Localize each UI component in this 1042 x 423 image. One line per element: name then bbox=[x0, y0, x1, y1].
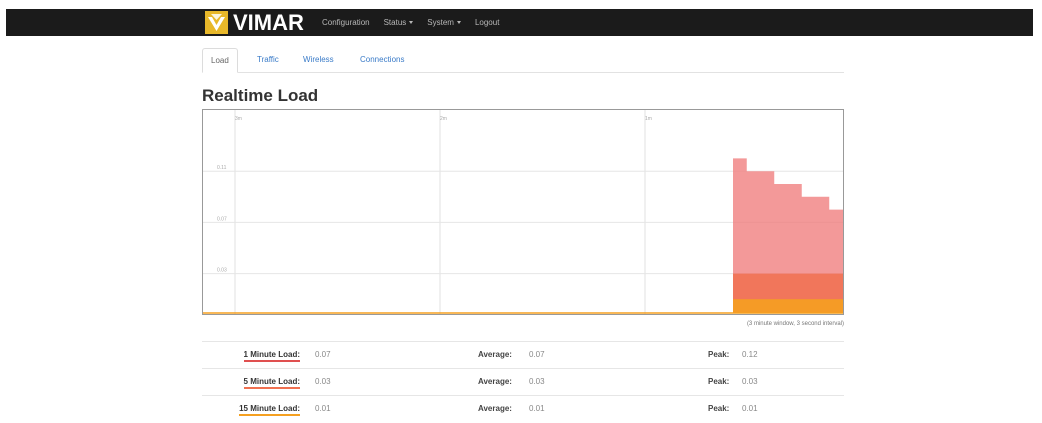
tab-wireless[interactable]: Wireless bbox=[303, 48, 334, 71]
nav-logout[interactable]: Logout bbox=[475, 18, 499, 27]
tab-traffic-label: Traffic bbox=[257, 55, 279, 64]
time-label: 1m bbox=[645, 116, 652, 122]
table-row: 15 Minute Load: 0.01 Average: 0.01 Peak:… bbox=[202, 395, 844, 422]
load-peak: 0.01 bbox=[742, 404, 758, 413]
nav-status-label: Status bbox=[383, 18, 407, 27]
nav-status[interactable]: Status bbox=[384, 18, 414, 27]
peak-label: Peak: bbox=[708, 404, 730, 413]
page-title: Realtime Load bbox=[202, 86, 319, 105]
load-average: 0.03 bbox=[529, 377, 545, 386]
load-average: 0.07 bbox=[529, 350, 545, 359]
load-label-text: 15 Minute Load: bbox=[239, 404, 300, 416]
tab-connections-label: Connections bbox=[360, 55, 405, 64]
main-nav: Configuration Status System Logout bbox=[322, 9, 513, 36]
nav-configuration[interactable]: Configuration bbox=[322, 18, 370, 27]
tab-load[interactable]: Load bbox=[202, 48, 238, 73]
average-label: Average: bbox=[478, 404, 512, 413]
brand[interactable]: VIMAR bbox=[205, 9, 304, 36]
load-label: 15 Minute Load: bbox=[202, 404, 300, 416]
realtime-load-graph: 3m 2m 1m 0.11 0.07 0.03 bbox=[202, 109, 844, 315]
chevron-down-icon bbox=[409, 21, 414, 24]
load-current: 0.07 bbox=[315, 350, 331, 359]
nav-system[interactable]: System bbox=[427, 18, 461, 27]
tab-load-label: Load bbox=[211, 56, 229, 65]
nav-system-label: System bbox=[427, 18, 454, 27]
load-label-text: 5 Minute Load: bbox=[243, 377, 300, 389]
load-current: 0.01 bbox=[315, 404, 331, 413]
load-label-text: 1 Minute Load: bbox=[243, 350, 300, 362]
tab-connections[interactable]: Connections bbox=[360, 48, 404, 71]
vimar-logo-icon bbox=[205, 11, 228, 34]
average-label: Average: bbox=[478, 377, 512, 386]
chevron-down-icon bbox=[456, 21, 461, 24]
top-navbar: VIMAR Configuration Status System Logout bbox=[6, 9, 1033, 36]
brand-name: VIMAR bbox=[233, 10, 304, 35]
load-peak: 0.03 bbox=[742, 377, 758, 386]
time-label: 2m bbox=[440, 116, 447, 122]
peak-label: Peak: bbox=[708, 350, 730, 359]
value-label: 0.03 bbox=[217, 268, 227, 274]
tab-bar: Load Traffic Wireless Connections bbox=[202, 48, 844, 73]
load-average: 0.01 bbox=[529, 404, 545, 413]
tab-traffic[interactable]: Traffic bbox=[257, 48, 279, 71]
load-label: 1 Minute Load: bbox=[202, 350, 300, 362]
load-graph-svg: 3m 2m 1m 0.11 0.07 0.03 bbox=[203, 110, 843, 314]
peak-label: Peak: bbox=[708, 377, 730, 386]
table-row: 5 Minute Load: 0.03 Average: 0.03 Peak: … bbox=[202, 368, 844, 395]
series-15min-area bbox=[733, 299, 843, 313]
table-row: 1 Minute Load: 0.07 Average: 0.07 Peak: … bbox=[202, 341, 844, 368]
nav-configuration-label: Configuration bbox=[322, 18, 370, 27]
load-stats-table: 1 Minute Load: 0.07 Average: 0.07 Peak: … bbox=[202, 341, 844, 422]
value-label: 0.07 bbox=[217, 216, 227, 222]
value-label: 0.11 bbox=[217, 165, 227, 171]
load-peak: 0.12 bbox=[742, 350, 758, 359]
graph-caption: (3 minute window, 3 second interval) bbox=[746, 321, 844, 327]
tab-wireless-label: Wireless bbox=[303, 55, 334, 64]
nav-logout-label: Logout bbox=[474, 18, 500, 27]
load-label: 5 Minute Load: bbox=[202, 377, 300, 389]
average-label: Average: bbox=[478, 350, 512, 359]
load-current: 0.03 bbox=[315, 377, 331, 386]
time-label: 3m bbox=[235, 116, 242, 122]
